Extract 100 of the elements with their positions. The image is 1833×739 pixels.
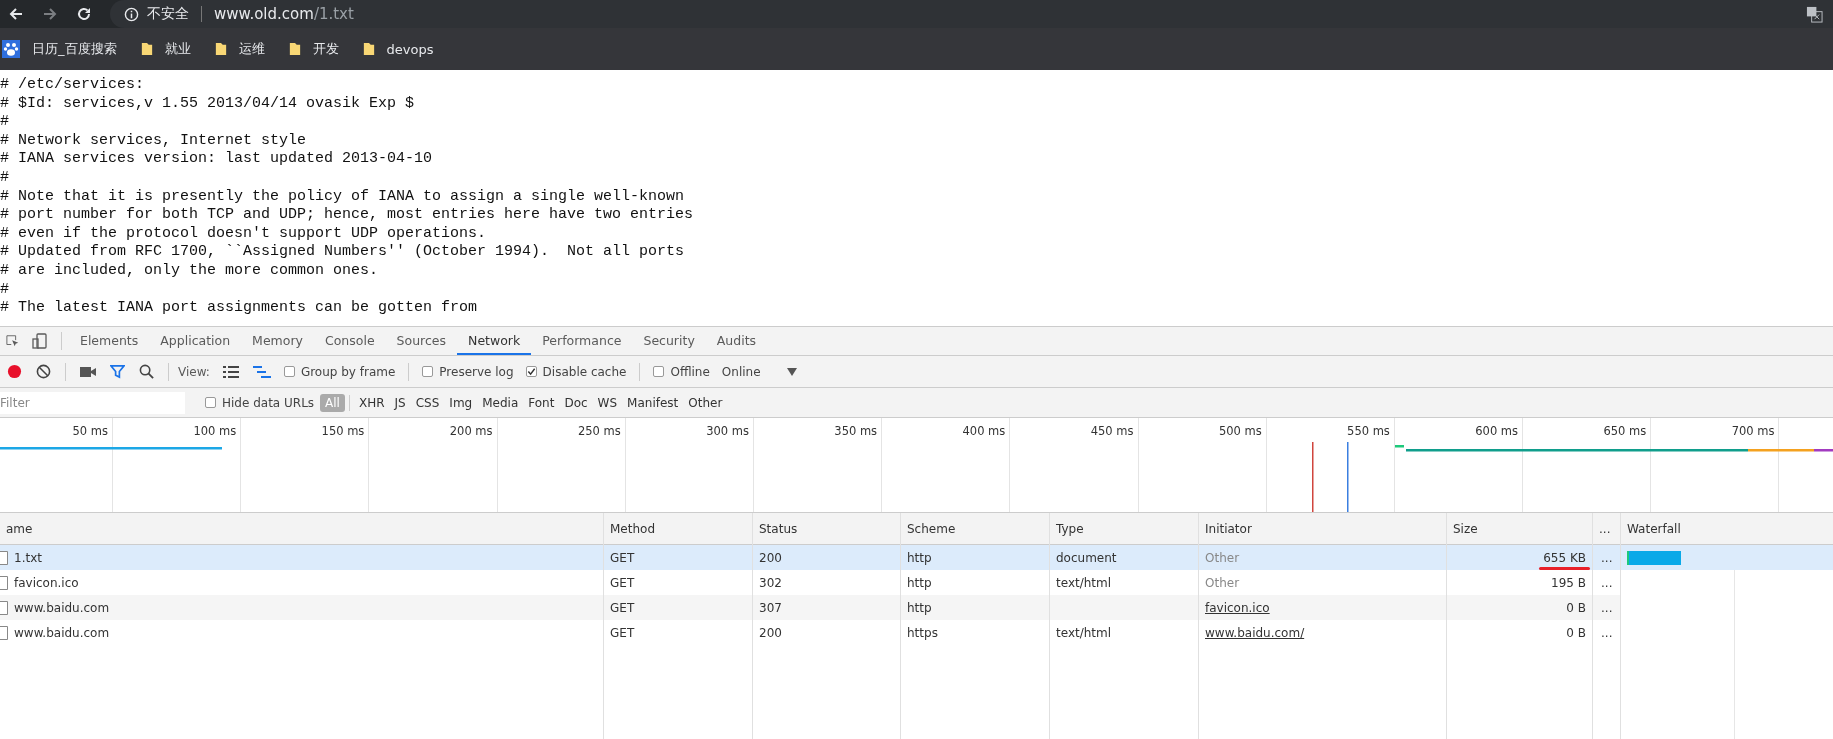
bookmark-item[interactable]: devops: [386, 41, 434, 57]
devtools-tab[interactable]: Elements: [69, 327, 150, 355]
column-header[interactable]: Size: [1447, 513, 1592, 545]
type-filter-button[interactable]: JS: [389, 393, 411, 412]
devtools-tab[interactable]: Console: [313, 327, 386, 355]
paw-icon: [2, 40, 20, 58]
folder-icon: [140, 41, 153, 57]
table-cell: 200: [759, 550, 782, 565]
initiator-link[interactable]: www.baidu.com/: [1205, 625, 1305, 640]
table-cell: http: [907, 600, 932, 615]
devtools-tab[interactable]: Audits: [705, 327, 768, 355]
column-header[interactable]: ...: [1593, 513, 1620, 545]
dropdown-arrow-icon[interactable]: [786, 367, 797, 376]
filter-field[interactable]: Filter: [0, 391, 185, 414]
type-filter-button[interactable]: Img: [444, 393, 478, 412]
devtools-tab[interactable]: Memory: [241, 327, 314, 355]
bookmark-item[interactable]: 日历_百度搜索: [32, 40, 117, 58]
checkbox-label: Preserve log: [439, 364, 514, 379]
checkbox[interactable]: [653, 366, 665, 377]
checkbox[interactable]: [283, 366, 295, 377]
time-tick-label: 100 ms: [193, 424, 237, 438]
translate-icon[interactable]: [1806, 5, 1823, 23]
table-cell: ...: [1601, 625, 1613, 640]
bookmark-item[interactable]: 就业: [164, 40, 191, 58]
table-cell: document: [1056, 550, 1117, 565]
throttling-dropdown[interactable]: Online: [717, 364, 765, 379]
type-filter-button[interactable]: Font: [523, 393, 560, 412]
table-cell: ...: [1601, 550, 1613, 565]
time-tick-label: 550 ms: [1347, 424, 1390, 438]
time-tick-label: 700 ms: [1731, 424, 1775, 438]
search-icon[interactable]: [139, 364, 154, 379]
table-row-name-cell[interactable]: 1.txt: [0, 545, 603, 570]
table-row-name-cell[interactable]: www.baidu.com: [0, 595, 603, 620]
type-filter-button[interactable]: Other: [683, 393, 728, 412]
type-filter-button[interactable]: CSS: [410, 393, 445, 412]
back-icon[interactable]: [8, 6, 24, 22]
table-cell: 307: [759, 600, 782, 615]
devtools-tab[interactable]: Application: [149, 327, 242, 355]
address-bar[interactable]: 不安全 www.old.com/1.txt: [110, 0, 1833, 28]
type-filter-button[interactable]: WS: [592, 393, 623, 412]
devtools-tab[interactable]: Security: [632, 327, 706, 355]
table-cell: text/html: [1056, 625, 1112, 640]
forward-icon[interactable]: [42, 6, 58, 22]
bookmark-item[interactable]: 开发: [312, 40, 339, 58]
devtools-tab[interactable]: Performance: [531, 327, 633, 355]
table-row-name-cell[interactable]: www.baidu.com: [0, 620, 603, 645]
column-header[interactable]: Initiator: [1199, 513, 1446, 545]
time-tick-label: 300 ms: [706, 424, 749, 438]
device-icon[interactable]: [32, 332, 48, 350]
initiator-link[interactable]: favicon.ico: [1205, 600, 1270, 615]
table-cell: ...: [1601, 600, 1613, 615]
table-cell: 302: [759, 575, 782, 590]
checkbox[interactable]: [525, 366, 537, 377]
camera-icon[interactable]: [80, 365, 96, 378]
checkbox-label: Group by frame: [300, 364, 396, 379]
filter-icon[interactable]: [110, 364, 125, 379]
table-cell: 0 B: [1566, 625, 1586, 640]
column-header[interactable]: Waterfall: [1621, 513, 1833, 545]
request-name: www.baidu.com: [14, 600, 110, 615]
table-cell: https: [907, 625, 938, 640]
info-icon[interactable]: [124, 6, 139, 22]
checkbox[interactable]: [422, 366, 434, 377]
time-tick-label: 400 ms: [962, 424, 1006, 438]
folder-icon: [362, 41, 375, 57]
time-tick-label: 150 ms: [321, 424, 365, 438]
list-view-icon[interactable]: [222, 365, 239, 378]
time-tick-label: 350 ms: [834, 424, 878, 438]
load-marker: [1347, 442, 1349, 512]
table-row-name-cell[interactable]: favicon.ico: [0, 570, 603, 595]
waterfall-view-icon[interactable]: [252, 365, 271, 378]
type-filter-button[interactable]: Doc: [559, 393, 593, 412]
column-header[interactable]: Status: [753, 513, 900, 545]
dom-loaded-marker: [1312, 442, 1314, 512]
time-tick-label: 250 ms: [577, 424, 621, 438]
devtools-tab[interactable]: Sources: [385, 327, 458, 355]
time-tick-label: 450 ms: [1090, 424, 1134, 438]
column-header[interactable]: Method: [604, 513, 752, 545]
inspect-icon[interactable]: [6, 333, 20, 349]
column-header[interactable]: ame: [0, 513, 603, 545]
column-header[interactable]: Scheme: [901, 513, 1049, 545]
column-header[interactable]: Type: [1050, 513, 1198, 545]
type-filter-button[interactable]: Manifest: [622, 393, 684, 412]
clear-icon[interactable]: [36, 364, 51, 379]
type-filter-button[interactable]: XHR: [353, 393, 390, 412]
table-cell: GET: [610, 625, 635, 640]
table-cell: text/html: [1056, 575, 1112, 590]
time-tick-label: 650 ms: [1603, 424, 1647, 438]
checkbox-label: Disable cache: [542, 364, 627, 379]
url-text: www.old.com/1.txt: [214, 5, 354, 23]
request-name: www.baidu.com: [14, 625, 110, 640]
checkbox[interactable]: [205, 397, 216, 408]
checkbox-label: Offline: [670, 364, 710, 379]
time-tick-label: 500 ms: [1218, 424, 1262, 438]
bookmark-item[interactable]: 运维: [238, 40, 265, 58]
reload-icon[interactable]: [76, 6, 92, 22]
record-icon[interactable]: [7, 364, 22, 379]
file-icon: [0, 550, 8, 565]
type-filter-button[interactable]: Media: [477, 393, 524, 412]
request-name: 1.txt: [14, 550, 42, 565]
table-cell: 195 B: [1551, 575, 1586, 590]
